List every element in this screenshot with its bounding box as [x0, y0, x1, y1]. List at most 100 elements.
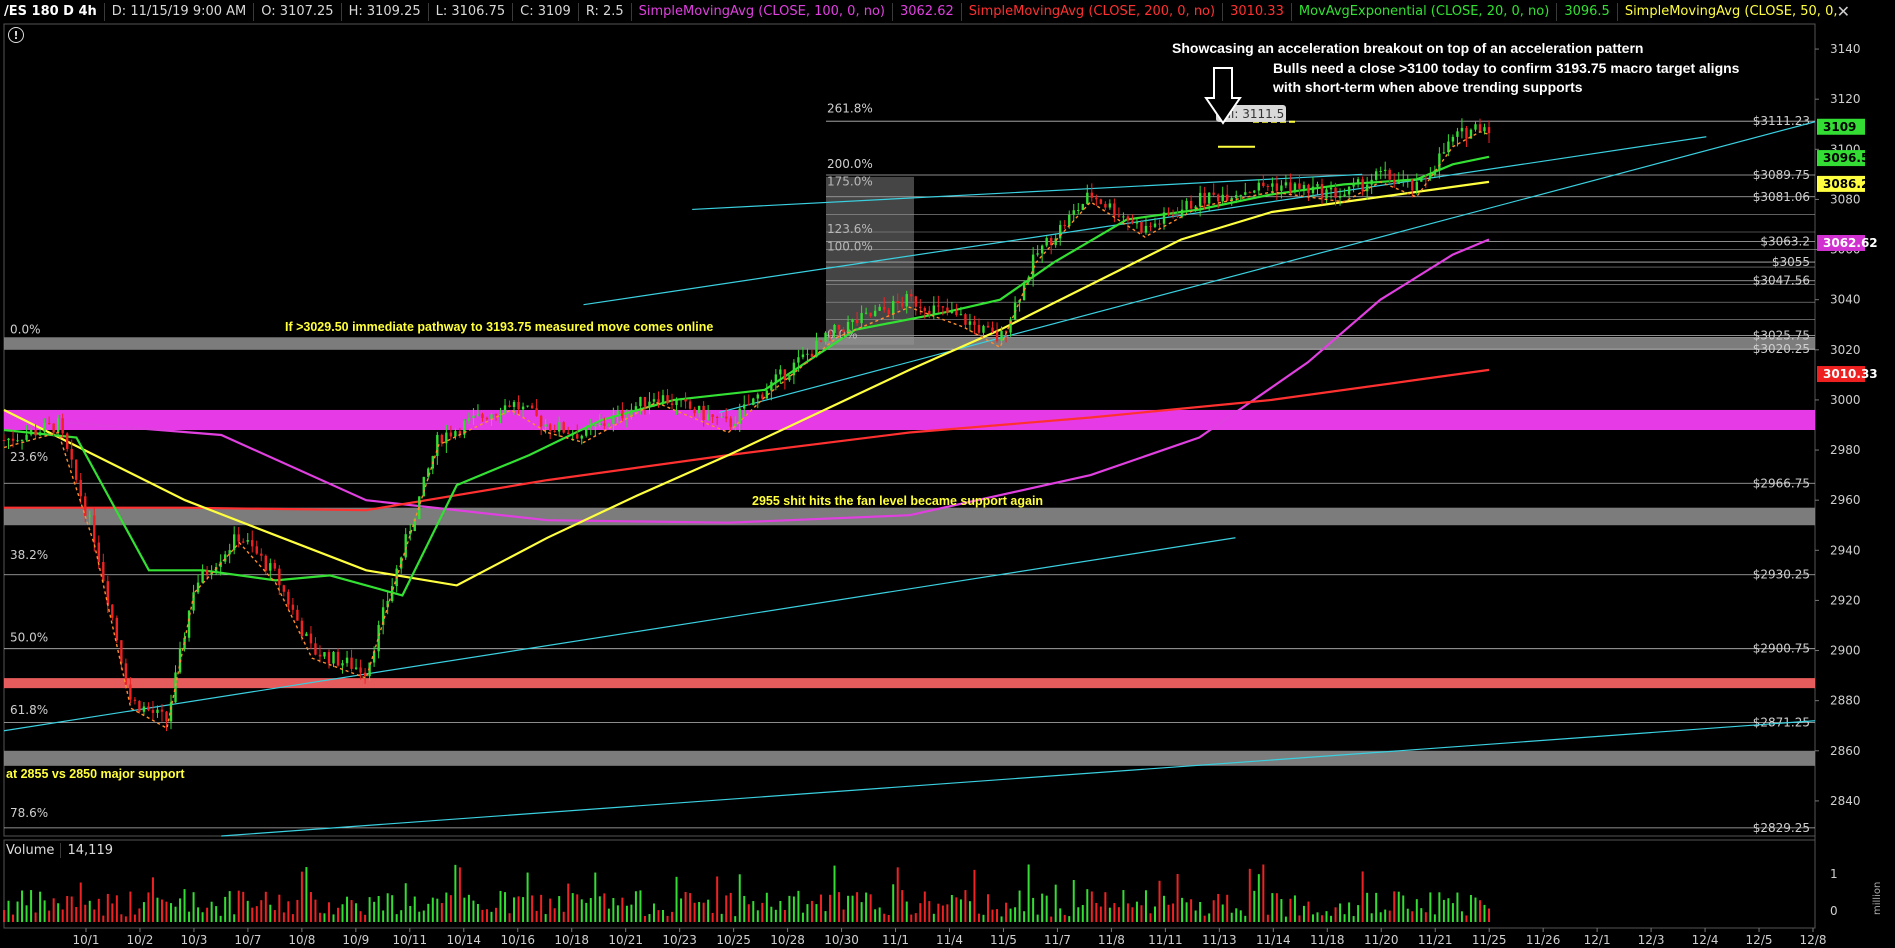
candle-body: [1122, 216, 1125, 218]
volume-bar: [373, 901, 376, 922]
volume-bar: [946, 904, 949, 922]
volume-bar: [291, 914, 294, 922]
volume-bar: [544, 914, 547, 922]
candle-body: [1176, 215, 1179, 217]
level-price-label: $2900.75: [1753, 642, 1810, 656]
annotation-pathway: If >3029.50 immediate pathway to 3193.75…: [285, 320, 714, 334]
volume-bar: [170, 903, 173, 922]
volume-bar: [1478, 900, 1481, 922]
price-chart[interactable]: $3111.23$3089.75$3081.06$3063.2$3055$304…: [0, 0, 1895, 948]
volume-bar: [440, 903, 443, 922]
volume-bar: [625, 905, 628, 922]
annotation-fan-level: 2955 shit hits the fan level became supp…: [752, 494, 1044, 508]
volume-bar: [675, 876, 678, 922]
volume-bar: [165, 901, 168, 922]
indicator-label[interactable]: SimpleMovingAvg (CLOSE, 200, 0, no): [962, 3, 1224, 21]
x-tick-label: 12/4: [1692, 933, 1719, 947]
candle-body: [792, 362, 796, 376]
trend-channel-line: [583, 136, 1707, 306]
info-circle-icon[interactable]: !: [8, 27, 24, 43]
candle-body: [1239, 194, 1242, 196]
volume-bar: [75, 906, 78, 922]
volume-bar: [1176, 873, 1179, 922]
candle-body: [508, 405, 511, 407]
volume-bar: [422, 910, 425, 922]
candle-body: [174, 672, 177, 703]
volume-label: Volume: [4, 843, 62, 858]
volume-bar: [1063, 914, 1066, 922]
candle-body: [783, 369, 787, 381]
candle-body: [851, 319, 854, 322]
volume-bar: [1339, 903, 1342, 922]
volume-bar: [1154, 906, 1157, 922]
candle-body: [454, 431, 457, 437]
volume-bar: [819, 894, 822, 922]
volume-bar: [1406, 908, 1409, 922]
indicator-value: 3062.62: [893, 3, 962, 21]
candle-body: [580, 435, 583, 439]
volume-bar: [865, 892, 868, 922]
x-tick-label: 11/1: [882, 933, 909, 947]
candle-body: [995, 331, 999, 341]
candle-body: [706, 414, 710, 420]
volume-bar: [1158, 880, 1161, 922]
volume-bar: [43, 900, 46, 922]
volume-bar: [851, 895, 854, 922]
candle-body: [1104, 203, 1107, 208]
volume-bar: [1023, 911, 1026, 922]
volume-bar: [621, 897, 624, 922]
indicator-label[interactable]: MovAvgExponential (CLOSE, 20, 0, no): [1292, 3, 1558, 21]
candle-body: [1149, 225, 1152, 227]
volume-bar: [824, 911, 827, 922]
volume-bar: [562, 911, 565, 922]
symbol-label[interactable]: /ES 180 D 4h: [0, 3, 105, 21]
candle-body: [1063, 224, 1066, 227]
volume-bar: [540, 894, 543, 922]
candle-body: [539, 415, 543, 427]
volume-bar: [1298, 915, 1301, 922]
volume-bar: [332, 914, 335, 922]
candle-body: [1361, 179, 1364, 192]
y-tick-label: 3080: [1830, 192, 1861, 206]
volume-bar: [1420, 908, 1423, 922]
bar-high: H: 3109.25: [342, 3, 429, 21]
x-tick-label: 12/1: [1584, 933, 1611, 947]
x-tick-label: 10/14: [446, 933, 481, 947]
volume-bar: [901, 890, 904, 922]
support-zone: [4, 409, 1815, 430]
indicator-value: 3010.33: [1223, 3, 1292, 21]
candle-body: [810, 353, 814, 357]
candle-body: [860, 313, 863, 324]
volume-bar: [124, 916, 127, 922]
volume-bar: [1032, 897, 1035, 922]
candle-body: [273, 563, 277, 569]
candle-body: [797, 357, 800, 363]
volume-bar: [88, 900, 91, 922]
moving-average-line: [3, 238, 1490, 524]
candle-body: [652, 399, 656, 402]
x-tick-label: 11/14: [1256, 933, 1291, 947]
volume-bar: [607, 908, 610, 922]
candle-body: [169, 702, 173, 722]
close-x-icon[interactable]: ✕: [1837, 2, 1850, 21]
volume-bar: [120, 914, 123, 922]
volume-bar: [1460, 911, 1463, 922]
volume-bar: [346, 896, 349, 922]
candle-body: [1099, 199, 1103, 204]
candle-body: [1207, 192, 1211, 204]
candle-body: [29, 429, 33, 435]
volume-bar: [1379, 912, 1382, 922]
fib-left-label: 0.0%: [10, 322, 41, 336]
volume-bar: [522, 897, 525, 922]
candle-body: [846, 321, 850, 333]
volume-bar: [743, 895, 746, 922]
indicator-label[interactable]: SimpleMovingAvg (CLOSE, 100, 0, no): [632, 3, 893, 21]
candle-body: [359, 667, 362, 673]
volume-bar: [797, 890, 800, 922]
y-tick-label: 2940: [1830, 543, 1861, 557]
indicator-label[interactable]: SimpleMovingAvg (CLOSE, 50, 0, no): [1618, 3, 1840, 21]
candle-body: [327, 652, 331, 664]
volume-bar: [1221, 904, 1224, 922]
candle-body: [93, 515, 96, 543]
volume-bar: [1248, 868, 1251, 922]
